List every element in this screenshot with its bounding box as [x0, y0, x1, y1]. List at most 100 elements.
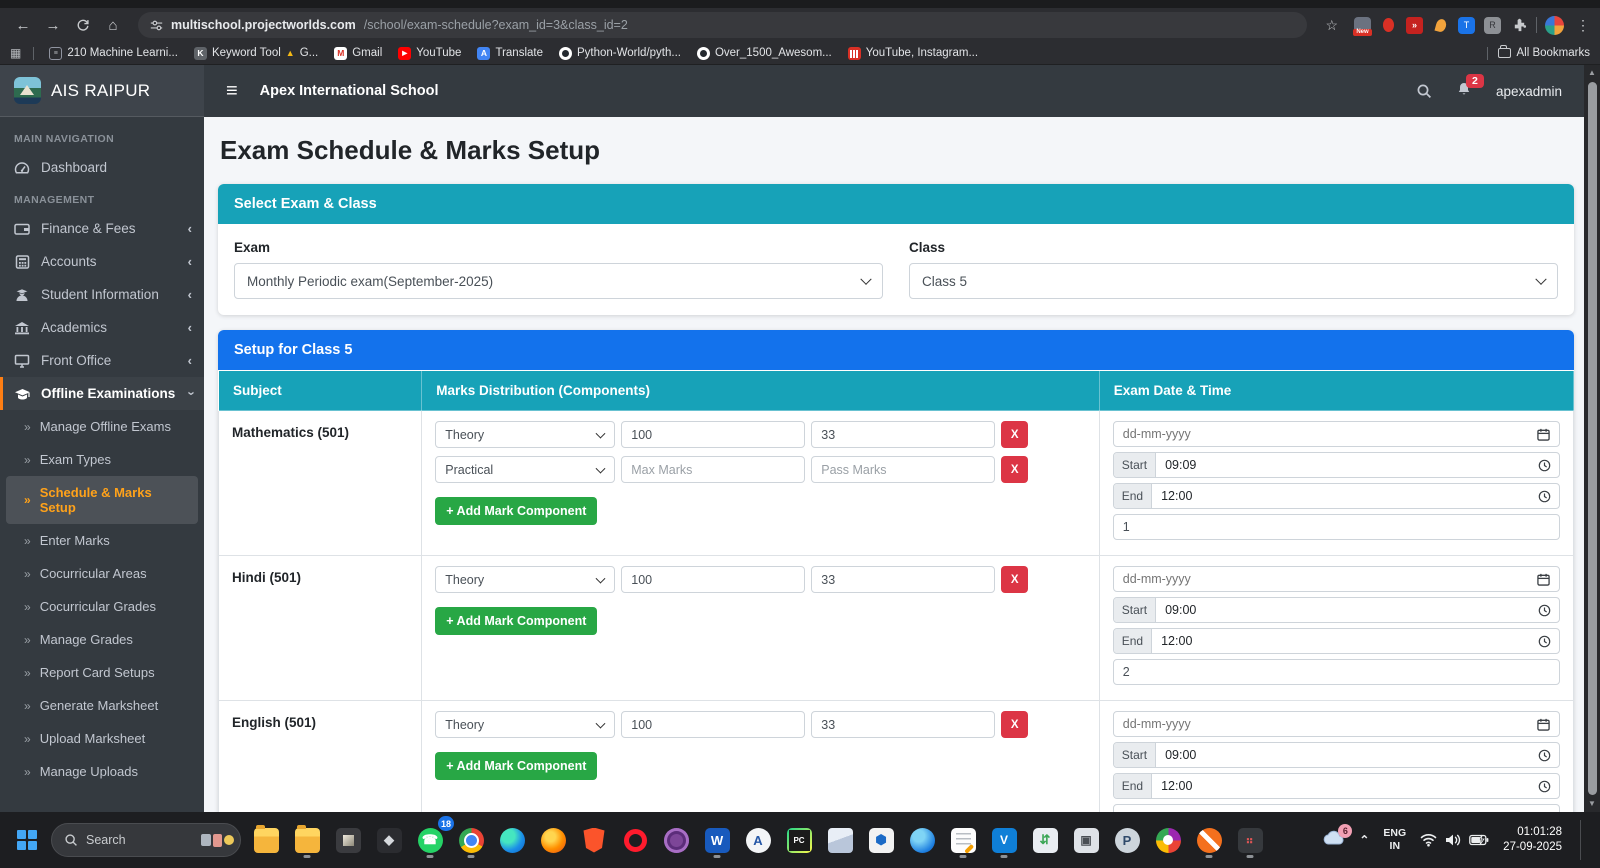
clock-icon[interactable]: [1538, 459, 1551, 472]
blue-browser-taskbar-icon[interactable]: [904, 820, 940, 860]
component-type-select[interactable]: Practical: [435, 456, 616, 483]
clock-icon[interactable]: [1538, 604, 1551, 617]
exam-order-input[interactable]: [1112, 514, 1560, 540]
opera-taskbar-icon[interactable]: [617, 820, 653, 860]
cloud-app-icon[interactable]: 6: [1321, 823, 1353, 851]
start-button[interactable]: [10, 820, 44, 860]
ext-gray-icon[interactable]: R: [1484, 16, 1501, 34]
remove-component-button[interactable]: X: [1001, 456, 1029, 483]
scrollbar-thumb[interactable]: [1587, 82, 1597, 795]
folder-personal-taskbar-icon[interactable]: [248, 820, 284, 860]
sidebar-item-offline-examinations[interactable]: Offline Examinations ‹: [0, 377, 204, 410]
sidebar-item-front-office[interactable]: Front Office ‹: [0, 344, 204, 377]
extensions-puzzle-icon[interactable]: [1511, 17, 1528, 34]
scrollbar-down-arrow[interactable]: ▼: [1588, 796, 1596, 812]
ext-comma-icon[interactable]: [1432, 17, 1449, 34]
search-icon[interactable]: [1416, 83, 1432, 99]
language-indicator[interactable]: ENG IN: [1383, 827, 1406, 853]
end-time-input[interactable]: End 12:00: [1112, 628, 1560, 654]
battery-icon[interactable]: [1469, 834, 1489, 846]
exam-order-input[interactable]: [1112, 659, 1560, 685]
vscode-taskbar-icon[interactable]: V: [986, 820, 1022, 860]
sidebar-subitem-upload-marksheet[interactable]: » Upload Marksheet: [0, 722, 204, 755]
sidebar-subitem-generate-marksheet[interactable]: » Generate Marksheet: [0, 689, 204, 722]
component-type-select[interactable]: Theory: [435, 566, 616, 593]
add-mark-component-button[interactable]: + Add Mark Component: [435, 752, 598, 780]
cube-app-taskbar-icon[interactable]: [822, 820, 858, 860]
reload-button[interactable]: [70, 12, 96, 38]
word-taskbar-icon[interactable]: W: [699, 820, 735, 860]
sidebar-item-accounts[interactable]: Accounts ‹: [0, 245, 204, 278]
clock-icon[interactable]: [1538, 749, 1551, 762]
sidebar-item-dashboard[interactable]: Dashboard: [0, 151, 204, 184]
show-desktop-button[interactable]: [1580, 820, 1584, 860]
remove-component-button[interactable]: X: [1001, 421, 1029, 448]
brave-taskbar-icon[interactable]: [576, 820, 612, 860]
all-bookmarks-button[interactable]: All Bookmarks: [1497, 45, 1590, 59]
pass-marks-input[interactable]: [811, 421, 996, 448]
component-type-select[interactable]: Theory: [435, 421, 616, 448]
bookmark-item[interactable]: M Gmail: [329, 45, 387, 62]
firefox-taskbar-icon[interactable]: [535, 820, 571, 860]
username[interactable]: apexadmin: [1496, 84, 1562, 99]
sidebar-subitem-enter-marks[interactable]: » Enter Marks: [0, 524, 204, 557]
ext-new-icon[interactable]: New: [1353, 16, 1372, 36]
sidebar-subitem-cocurricular-grades[interactable]: » Cocurricular Grades: [0, 590, 204, 623]
bookmark-item[interactable]: A Translate: [472, 45, 548, 62]
pass-marks-input[interactable]: [811, 456, 996, 483]
max-marks-input[interactable]: [621, 421, 806, 448]
sidebar-item-student-information[interactable]: Student Information ‹: [0, 278, 204, 311]
app-a-taskbar-icon[interactable]: A: [740, 820, 776, 860]
exam-date-input[interactable]: dd-mm-yyyy: [1112, 566, 1560, 592]
calendar-icon[interactable]: [1537, 428, 1550, 441]
home-button[interactable]: ⌂: [100, 12, 126, 38]
sidebar-subitem-cocurricular-areas[interactable]: » Cocurricular Areas: [0, 557, 204, 590]
exam-date-input[interactable]: dd-mm-yyyy: [1112, 711, 1560, 737]
max-marks-input[interactable]: [621, 566, 806, 593]
calendar-icon[interactable]: [1537, 573, 1550, 586]
brand[interactable]: AIS RAIPUR: [0, 65, 204, 117]
forward-button[interactable]: →: [40, 12, 66, 38]
remote-desktop-taskbar-icon[interactable]: ▣: [1068, 820, 1104, 860]
end-time-input[interactable]: End 12:00: [1112, 773, 1560, 799]
bookmark-item[interactable]: Over_1500_Awesom...: [692, 45, 837, 62]
max-marks-input[interactable]: [621, 456, 806, 483]
ext-red-dot-icon[interactable]: [1380, 17, 1397, 34]
bookmark-star-icon[interactable]: ☆: [1325, 17, 1338, 34]
chrome-taskbar-icon[interactable]: [453, 820, 489, 860]
scrollbar-up-arrow[interactable]: ▲: [1588, 65, 1596, 81]
max-marks-input[interactable]: [621, 711, 806, 738]
bookmark-item[interactable]: Python-World/pyth...: [554, 45, 686, 62]
volume-icon[interactable]: [1445, 833, 1461, 847]
class-select[interactable]: Class 5: [909, 263, 1558, 299]
calendar-icon[interactable]: [1537, 718, 1550, 731]
exam-select[interactable]: Monthly Periodic exam(September-2025): [234, 263, 883, 299]
postgresql-taskbar-icon[interactable]: P: [1109, 820, 1145, 860]
clock-icon[interactable]: [1538, 490, 1551, 503]
whatsapp-taskbar-icon[interactable]: ☎ 18: [412, 816, 454, 860]
bookmark-item[interactable]: K Keyword Tool ▲ G...: [189, 45, 323, 62]
bookmark-item[interactable]: YouTube, Instagram...: [843, 45, 983, 62]
pass-marks-input[interactable]: [811, 711, 996, 738]
pycharm-taskbar-icon[interactable]: [781, 820, 817, 860]
exam-date-input[interactable]: dd-mm-yyyy: [1112, 421, 1560, 447]
screen-capture-taskbar-icon[interactable]: ⠶: [1232, 820, 1268, 860]
sidebar-item-finance-fees[interactable]: Finance & Fees ‹: [0, 212, 204, 245]
sidebar-subitem-manage-uploads[interactable]: » Manage Uploads: [0, 755, 204, 788]
sidebar-item-academics[interactable]: Academics ‹: [0, 311, 204, 344]
notes-app-taskbar-icon[interactable]: [945, 820, 981, 860]
sidebar-subitem-manage-offline-exams[interactable]: » Manage Offline Exams: [0, 410, 204, 443]
chrome-dev-taskbar-icon[interactable]: [1150, 820, 1186, 860]
file-explorer-taskbar-icon[interactable]: [289, 820, 325, 860]
profile-avatar[interactable]: [1545, 15, 1564, 35]
exam-order-input[interactable]: [1112, 804, 1560, 812]
page-scrollbar[interactable]: ▲ ▼: [1584, 65, 1600, 812]
apps-grid-icon[interactable]: ▦: [10, 46, 21, 60]
browser-menu-icon[interactable]: ⋮: [1576, 17, 1590, 34]
tray-expand-chevron[interactable]: ⌃: [1359, 833, 1369, 847]
start-time-input[interactable]: Start 09:09: [1112, 452, 1560, 478]
address-bar[interactable]: multischool.projectworlds.com/school/exa…: [138, 12, 1308, 38]
start-time-input[interactable]: Start 09:00: [1112, 597, 1560, 623]
add-mark-component-button[interactable]: + Add Mark Component: [435, 607, 598, 635]
media-player-dark-taskbar-icon[interactable]: [330, 820, 366, 860]
